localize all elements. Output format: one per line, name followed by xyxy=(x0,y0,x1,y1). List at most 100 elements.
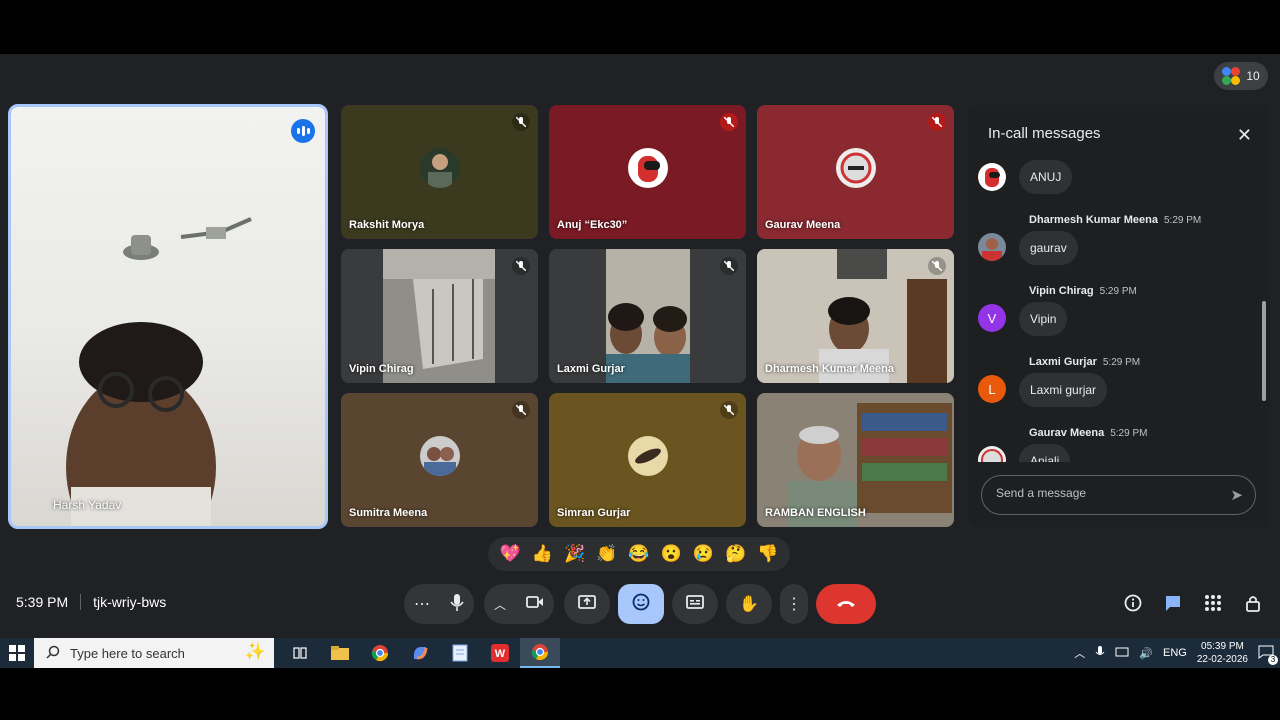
more-audio-options-icon[interactable]: ⋯ xyxy=(414,594,430,614)
speaking-indicator-icon xyxy=(291,119,315,143)
participant-tile[interactable]: RAMBAN ENGLISH xyxy=(757,393,954,527)
chat-scrollbar[interactable] xyxy=(1262,301,1266,401)
chevron-up-icon[interactable]: ︿ xyxy=(1074,645,1085,661)
surprised-emoji-button[interactable]: 😮 xyxy=(661,544,682,564)
captions-button[interactable] xyxy=(672,584,718,624)
current-time: 5:39 PM xyxy=(16,594,69,610)
activities-icon[interactable] xyxy=(1204,594,1222,617)
mic-off-icon xyxy=(928,257,946,275)
participant-count: 10 xyxy=(1246,69,1260,83)
participant-tile[interactable]: Rakshit Morya xyxy=(341,105,538,239)
heart-emoji-button[interactable]: 💖 xyxy=(500,544,521,564)
video-control-group: ︿ xyxy=(484,584,554,624)
chevron-up-icon[interactable]: ︿ xyxy=(494,596,506,613)
message-box[interactable]: ➤ xyxy=(981,475,1256,515)
thumbs-up-emoji-button[interactable]: 👍 xyxy=(532,544,553,564)
avatar xyxy=(419,436,460,476)
participant-tile[interactable]: Dharmesh Kumar Meena xyxy=(757,249,954,383)
participant-tile[interactable]: Anuj “Ekc30” xyxy=(549,105,746,239)
sad-emoji-button[interactable]: 😢 xyxy=(693,544,714,564)
search-placeholder: Type here to search xyxy=(70,645,185,661)
copilot-icon[interactable] xyxy=(400,638,440,668)
taskbar-clock[interactable]: 05:39 PM 22-02-2026 xyxy=(1197,640,1248,666)
language-indicator[interactable]: ENG xyxy=(1163,647,1187,659)
camera-icon[interactable] xyxy=(526,595,544,614)
wps-icon[interactable]: W xyxy=(480,638,520,668)
network-icon[interactable] xyxy=(1115,646,1129,661)
chat-title: In-call messages xyxy=(988,125,1101,142)
participant-tile[interactable]: Sumitra Meena xyxy=(341,393,538,527)
chat-icon[interactable] xyxy=(1164,594,1182,617)
divider xyxy=(80,594,82,610)
participant-name: Dharmesh Kumar Meena xyxy=(765,363,894,375)
participant-name: Laxmi Gurjar xyxy=(557,363,625,375)
mic-off-icon xyxy=(512,113,530,131)
windows-start-button[interactable] xyxy=(0,638,34,668)
audio-control-group: ⋯ xyxy=(404,584,474,624)
laugh-emoji-button[interactable]: 😂 xyxy=(628,544,649,564)
participant-tile[interactable]: Laxmi Gurjar xyxy=(549,249,746,383)
task-view-icon[interactable] xyxy=(280,638,320,668)
participant-name: Gaurav Meena xyxy=(765,219,841,231)
avatar: L xyxy=(978,375,1006,403)
system-tray: ︿ 🔊 ENG 05:39 PM 22-02-2026 3 xyxy=(1074,638,1278,668)
participant-tile[interactable]: Simran Gurjar xyxy=(549,393,746,527)
side-controls xyxy=(1124,594,1262,617)
among-us-avatar xyxy=(627,148,668,188)
hang-up-icon xyxy=(835,595,857,613)
leave-call-button[interactable] xyxy=(816,584,876,624)
message-header: Vipin Chirag 5:29 PM xyxy=(1029,285,1137,297)
message-header: Dharmesh Kumar Meena 5:29 PM xyxy=(1029,214,1201,226)
notepad-icon[interactable] xyxy=(440,638,480,668)
microphone-tray-icon[interactable] xyxy=(1095,645,1105,662)
participant-tile[interactable]: Vipin Chirag xyxy=(341,249,538,383)
present-screen-button[interactable] xyxy=(564,584,610,624)
file-explorer-icon[interactable] xyxy=(320,638,360,668)
message-input[interactable] xyxy=(996,486,1216,500)
participant-name: Rakshit Morya xyxy=(349,219,425,231)
reactions-button[interactable] xyxy=(618,584,664,624)
microphone-icon[interactable] xyxy=(450,593,464,616)
message-time: 5:29 PM xyxy=(1099,286,1137,297)
avatar xyxy=(419,148,460,188)
chrome-icon[interactable] xyxy=(360,638,400,668)
volume-icon[interactable]: 🔊 xyxy=(1139,647,1153,660)
taskbar-search-box[interactable]: Type here to search ✨ xyxy=(34,638,274,668)
mic-off-icon xyxy=(720,401,738,419)
participants-button[interactable]: 10 xyxy=(1214,62,1268,90)
host-controls-icon[interactable] xyxy=(1244,594,1262,617)
avatar: V xyxy=(978,304,1006,332)
main-video-tile[interactable]: Harsh Yadav xyxy=(8,104,328,529)
message-header: Gaurav Meena 5:29 PM xyxy=(1029,427,1147,439)
participant-name: RAMBAN ENGLISH xyxy=(765,507,866,519)
notification-center-icon[interactable]: 3 xyxy=(1258,645,1278,665)
party-emoji-button[interactable]: 🎉 xyxy=(564,544,585,564)
smiley-icon xyxy=(632,593,650,616)
among-us-avatar xyxy=(978,163,1006,191)
close-icon[interactable]: ✕ xyxy=(1237,125,1252,146)
clap-emoji-button[interactable]: 👏 xyxy=(596,544,617,564)
thumbs-down-emoji-button[interactable]: 👎 xyxy=(757,544,778,564)
avatar xyxy=(627,436,668,476)
present-icon xyxy=(578,594,596,614)
chrome-active-icon[interactable] xyxy=(520,638,560,668)
message-sender: Laxmi Gurjar xyxy=(1029,356,1097,368)
windows-logo-icon xyxy=(9,645,25,661)
send-icon[interactable]: ➤ xyxy=(1230,486,1243,504)
people-icon xyxy=(1222,67,1241,85)
more-options-button[interactable]: ⋮ xyxy=(780,584,808,624)
captions-icon xyxy=(686,594,704,614)
raise-hand-button[interactable]: ✋ xyxy=(726,584,772,624)
sparkle-icon: ✨ xyxy=(244,642,266,661)
chat-message: ANUJ xyxy=(1019,160,1073,194)
notification-count: 3 xyxy=(1268,654,1278,665)
mic-off-icon xyxy=(512,257,530,275)
message-header: Laxmi Gurjar 5:29 PM xyxy=(1029,356,1140,368)
info-icon[interactable] xyxy=(1124,594,1142,617)
thinking-emoji-button[interactable]: 🤔 xyxy=(725,544,746,564)
participant-tile[interactable]: Gaurav Meena xyxy=(757,105,954,239)
message-time: 5:29 PM xyxy=(1102,357,1141,368)
google-meet-window: 10 Harsh Yadav Rakshit Morya Anuj “Ekc30… xyxy=(0,54,1280,638)
participant-name: Anuj “Ekc30” xyxy=(557,219,628,231)
participant-name: Vipin Chirag xyxy=(349,363,414,375)
